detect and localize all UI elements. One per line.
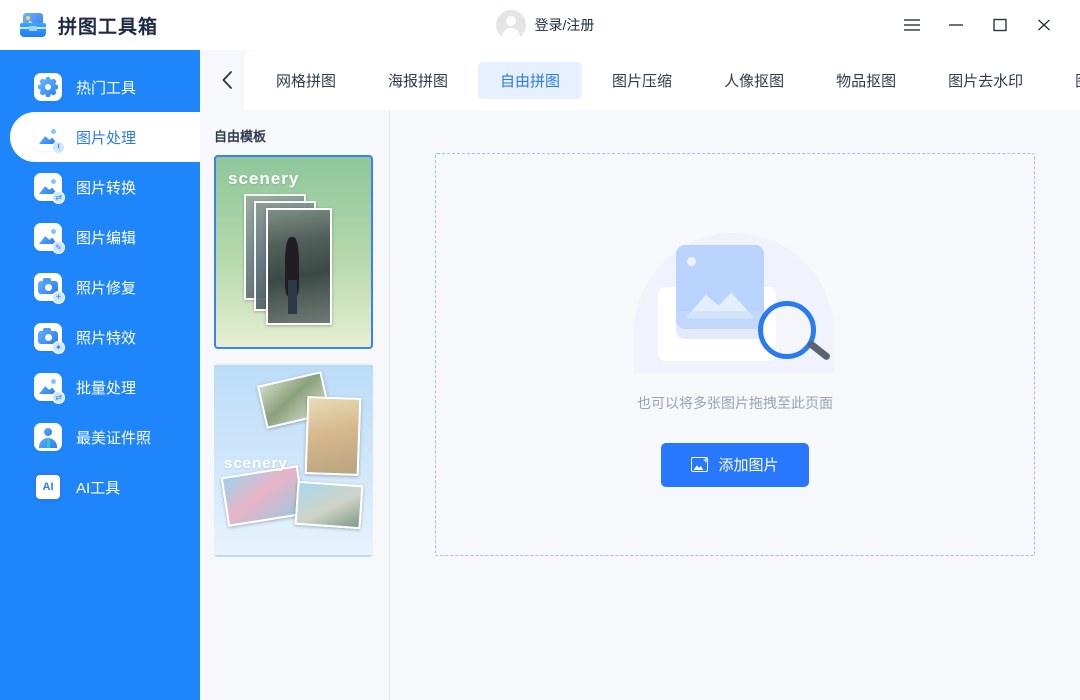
dropzone-column: 也可以将多张图片拖拽至此页面 + 添加图片 [390, 110, 1080, 700]
maximize-icon[interactable] [978, 5, 1022, 45]
image-dropzone[interactable]: 也可以将多张图片拖拽至此页面 + 添加图片 [435, 153, 1035, 556]
app-title: 拼图工具箱 [58, 12, 158, 39]
window-controls [890, 0, 1080, 50]
photo-repair-camera-icon [34, 273, 62, 301]
sidebar-item-label: 图片转换 [76, 177, 136, 198]
tab-grid-collage[interactable]: 网格拼图 [254, 62, 358, 99]
user-avatar-icon [496, 10, 526, 40]
logo-zone: 拼图工具箱 [0, 0, 200, 50]
template-photo [266, 208, 332, 325]
tab-object-cutout[interactable]: 物品抠图 [814, 62, 918, 99]
tabs-container: 网格拼图 海报拼图 自由拼图 图片压缩 人像抠图 物品抠图 图片去水印 图片加水 [244, 50, 1080, 110]
dropzone-hint-text: 也可以将多张图片拖拽至此页面 [637, 393, 833, 413]
template-caption: scenery [224, 455, 288, 472]
minimize-icon[interactable] [934, 5, 978, 45]
sidebar-item-image-process[interactable]: 图片处理 [10, 112, 200, 162]
title-bar: 拼图工具箱 登录/注册 [0, 0, 1080, 50]
tab-remove-watermark[interactable]: 图片去水印 [926, 62, 1045, 99]
sidebar: 热门工具 图片处理 图片转换 图片编辑 [0, 50, 200, 700]
chevron-left-icon[interactable] [210, 50, 244, 110]
template-card-scenery-stacked[interactable]: scenery [214, 155, 373, 349]
tab-free-collage[interactable]: 自由拼图 [478, 62, 582, 99]
tab-poster-collage[interactable]: 海报拼图 [366, 62, 470, 99]
titlebar-center: 登录/注册 [200, 0, 890, 50]
template-panel-title: 自由模板 [214, 126, 389, 145]
sidebar-item-label: AI工具 [76, 477, 120, 498]
sidebar-item-batch-process[interactable]: 批量处理 [0, 362, 200, 412]
tab-add-watermark[interactable]: 图片加水 [1053, 62, 1080, 99]
sidebar-item-image-convert[interactable]: 图片转换 [0, 162, 200, 212]
account-label: 登录/注册 [535, 15, 595, 35]
image-search-illustration [610, 223, 860, 383]
hot-tools-gear-icon [34, 73, 62, 101]
photo-effects-camera-icon [34, 323, 62, 351]
app-body: 热门工具 图片处理 图片转换 图片编辑 [0, 50, 1080, 700]
template-caption: scenery [228, 169, 299, 189]
sidebar-item-ai-tools[interactable]: AI AI工具 [0, 462, 200, 512]
hamburger-menu-icon[interactable] [890, 5, 934, 45]
add-image-button-label: 添加图片 [718, 454, 778, 475]
tab-image-compress[interactable]: 图片压缩 [590, 62, 694, 99]
sidebar-item-label: 照片特效 [76, 327, 136, 348]
sidebar-item-image-edit[interactable]: 图片编辑 [0, 212, 200, 262]
tab-portrait-cutout[interactable]: 人像抠图 [702, 62, 806, 99]
image-convert-icon [34, 173, 62, 201]
sidebar-item-label: 图片处理 [76, 127, 136, 148]
sidebar-item-label: 热门工具 [76, 77, 136, 98]
sidebar-item-photo-repair[interactable]: 照片修复 [0, 262, 200, 312]
batch-process-icon [34, 373, 62, 401]
toolbox-image-icon [20, 13, 46, 37]
close-icon[interactable] [1022, 5, 1066, 45]
image-process-icon [34, 123, 62, 151]
tab-bar: 网格拼图 海报拼图 自由拼图 图片压缩 人像抠图 物品抠图 图片去水印 图片加水 [200, 50, 1080, 110]
sidebar-item-hot-tools[interactable]: 热门工具 [0, 62, 200, 112]
id-photo-person-icon [34, 423, 62, 451]
sidebar-item-label: 批量处理 [76, 377, 136, 398]
account-login-button[interactable]: 登录/注册 [496, 10, 595, 40]
template-photo [305, 396, 362, 476]
template-card-scenery-scattered[interactable]: scenery [214, 363, 373, 557]
template-panel: 自由模板 scenery scenery [200, 110, 390, 700]
main-pane: 网格拼图 海报拼图 自由拼图 图片压缩 人像抠图 物品抠图 图片去水印 图片加水… [200, 50, 1080, 700]
add-image-icon: + [691, 457, 708, 472]
ai-tools-icon: AI [34, 473, 62, 501]
template-photo [295, 481, 364, 529]
add-image-button[interactable]: + 添加图片 [661, 443, 808, 487]
app-window: 拼图工具箱 登录/注册 [0, 0, 1080, 700]
sidebar-item-label: 最美证件照 [76, 427, 151, 448]
template-photo [221, 465, 306, 527]
sidebar-item-label: 图片编辑 [76, 227, 136, 248]
content-area: 自由模板 scenery scenery [200, 110, 1080, 700]
image-edit-icon [34, 223, 62, 251]
sidebar-item-label: 照片修复 [76, 277, 136, 298]
sidebar-item-photo-effects[interactable]: 照片特效 [0, 312, 200, 362]
sidebar-item-id-photo[interactable]: 最美证件照 [0, 412, 200, 462]
